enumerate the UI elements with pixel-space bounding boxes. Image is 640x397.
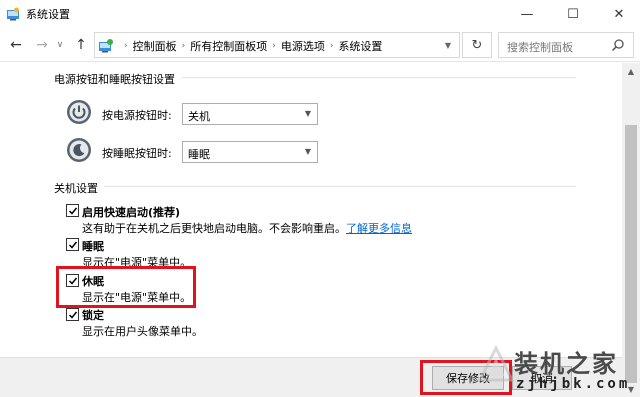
fast-startup-description: 这有助于在关机之后更快地启动电脑。不会影响重启。了解更多信息 [82, 220, 412, 236]
watermark: 装机之家 zjhjbk.com [476, 340, 627, 397]
watermark-url: zjhjbk.com [516, 376, 631, 392]
section-divider [182, 77, 576, 78]
power-button-select[interactable]: 关机 ▼ [182, 103, 318, 125]
fast-startup-checkbox[interactable] [66, 204, 79, 217]
forward-button[interactable]: → [32, 35, 52, 55]
close-button[interactable]: ✕ [596, 0, 640, 28]
breadcrumb-separator[interactable]: › [272, 41, 276, 51]
window-title: 系统设置 [26, 8, 70, 21]
checkmark-icon [68, 207, 78, 215]
chevron-down-icon: ▼ [304, 109, 311, 118]
control-panel-icon [7, 7, 19, 21]
section-divider [104, 186, 576, 187]
watermark-logo-icon [477, 344, 515, 382]
power-button-value: 关机 [188, 110, 210, 123]
maximize-button[interactable]: ☐ [550, 0, 596, 28]
scroll-up-arrow-icon[interactable]: ▲ [622, 63, 640, 79]
scroll-thumb[interactable] [625, 125, 637, 383]
power-button-icon [67, 100, 91, 124]
search-placeholder: 搜索控制面板 [507, 41, 573, 54]
address-bar[interactable]: › 控制面板 › 所有控制面板项 › 电源选项 › 系统设置 ▼ [94, 32, 460, 58]
sleep-button-icon [67, 138, 91, 162]
watermark-title: 装机之家 [514, 349, 618, 378]
fast-startup-desc-text: 这有助于在关机之后更快地启动电脑。不会影响重启。 [82, 222, 346, 235]
breadcrumb: › 控制面板 › 所有控制面板项 › 电源选项 › 系统设置 [119, 38, 382, 54]
search-input[interactable]: 搜索控制面板 [498, 32, 634, 58]
checkmark-icon [68, 241, 78, 249]
chevron-down-icon[interactable]: ▼ [445, 41, 451, 50]
breadcrumb-separator[interactable]: › [182, 41, 186, 51]
recent-locations-button[interactable]: ∨ [54, 35, 66, 55]
minimize-button[interactable]: — [504, 0, 550, 28]
sleep-button-label: 按睡眠按钮时: [102, 147, 172, 160]
control-panel-icon [99, 39, 113, 53]
breadcrumb-all-items[interactable]: 所有控制面板项 [190, 38, 267, 54]
back-button[interactable]: ← [6, 35, 26, 55]
highlight-box [56, 266, 196, 308]
checkmark-icon [68, 311, 78, 319]
breadcrumb-separator: › [124, 41, 128, 51]
navigation-bar: ← → ∨ ↑ › 控制面板 › 所有控制面板项 › 电源选项 › 系统设置 ▼… [0, 28, 640, 62]
lock-description: 显示在用户头像菜单中。 [82, 325, 203, 338]
power-button-label: 按电源按钮时: [102, 109, 172, 122]
breadcrumb-control-panel[interactable]: 控制面板 [133, 38, 177, 54]
learn-more-link[interactable]: 了解更多信息 [346, 222, 412, 235]
fast-startup-title[interactable]: 启用快速启动(推荐) [82, 204, 180, 220]
up-button[interactable]: ↑ [72, 35, 90, 55]
search-icon[interactable] [611, 38, 625, 52]
lock-checkbox[interactable] [66, 308, 79, 321]
breadcrumb-power-options[interactable]: 电源选项 [281, 38, 325, 54]
breadcrumb-separator[interactable]: › [330, 41, 334, 51]
power-buttons-section-title: 电源按钮和睡眠按钮设置 [54, 73, 175, 86]
chevron-down-icon: ▼ [304, 147, 311, 156]
refresh-button[interactable]: ↻ [462, 32, 492, 58]
shutdown-section-title: 关机设置 [54, 182, 98, 195]
title-bar: 系统设置 — ☐ ✕ [0, 0, 640, 28]
sleep-button-select[interactable]: 睡眠 ▼ [182, 141, 318, 163]
sleep-checkbox[interactable] [66, 238, 79, 251]
sleep-title[interactable]: 睡眠 [82, 238, 104, 254]
breadcrumb-system-settings[interactable]: 系统设置 [338, 38, 382, 54]
lock-title[interactable]: 锁定 [82, 307, 104, 323]
sleep-button-value: 睡眠 [188, 148, 210, 161]
